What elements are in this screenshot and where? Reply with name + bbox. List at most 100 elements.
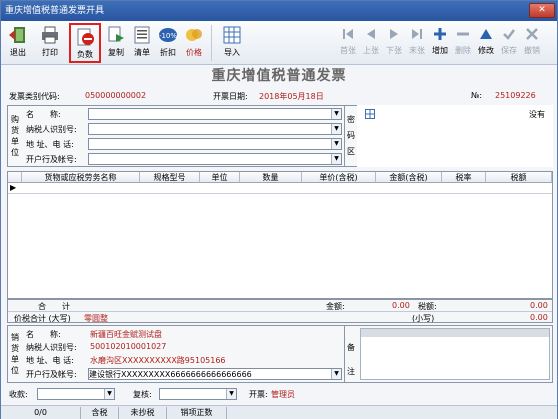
seller-tax-label: 纳税人识别号:	[26, 343, 77, 352]
seller-char: 货	[11, 344, 19, 353]
negative-button[interactable]: 负数	[69, 23, 101, 63]
signature-row: 收款: ▼ 复核: ▼ 开票: 管理员	[7, 387, 553, 401]
first-button[interactable]: 首张	[337, 23, 359, 63]
last-button[interactable]: 末张	[406, 23, 428, 63]
invoice-number: 25109226	[495, 91, 536, 100]
cancel-label: 撤销	[524, 46, 540, 55]
import-button[interactable]: 导入	[217, 23, 247, 63]
remark-char: 注	[347, 367, 355, 376]
exit-button[interactable]: 退出	[3, 23, 33, 63]
title-bar: 重庆增值税普通发票开具 ✕	[1, 1, 557, 21]
seller-section: 销 货 单 位 名 称: 新疆百旺金赋测试盘 纳税人识别号: 500102010…	[7, 325, 553, 383]
col-tax-rate[interactable]: 税率	[442, 172, 486, 183]
undo-icon	[526, 28, 538, 40]
remark-scroll-track[interactable]	[361, 329, 549, 337]
buyer-bank-input[interactable]: ▼	[88, 153, 342, 165]
col-unit[interactable]: 单位	[200, 172, 240, 183]
dropdown-arrow-icon[interactable]: ▼	[226, 389, 236, 399]
divider	[8, 311, 552, 312]
save-label: 保存	[501, 46, 517, 55]
seller-bank-select[interactable]: 建设银行XXXXXXXXX6666666666666666 ▼	[88, 368, 342, 380]
buyer-addr-input[interactable]: ▼	[88, 138, 342, 150]
divider	[344, 326, 345, 382]
first-label: 首张	[340, 46, 356, 55]
exit-icon	[9, 27, 25, 43]
last-label: 末张	[409, 46, 425, 55]
buyer-char: 单	[11, 137, 19, 146]
window-title: 重庆增值税普通发票开具	[5, 6, 105, 16]
row-pointer-icon: ▶	[10, 183, 17, 192]
issuer-value: 管理员	[271, 390, 295, 399]
print-button[interactable]: 打印	[35, 23, 65, 63]
modify-label: 修改	[478, 46, 494, 55]
next-page-icon	[390, 29, 398, 39]
issuer-label: 开票:	[249, 390, 268, 399]
check-icon	[503, 29, 515, 40]
dropdown-arrow-icon[interactable]: ▼	[331, 154, 341, 164]
cancel-button[interactable]: 撤销	[521, 23, 543, 63]
status-tax-included: 含税	[81, 407, 119, 419]
buyer-bank-label: 开户行及帐号:	[26, 155, 77, 164]
col-spec[interactable]: 规格型号	[140, 172, 200, 183]
cipher-area: 没有	[357, 105, 553, 167]
goods-table-header: 货物或应税劳务名称 规格型号 单位 数量 单价(含税) 金额(含税) 税率 税额	[8, 172, 552, 183]
row-indicator-header	[8, 172, 22, 183]
toolbar-divider	[211, 25, 212, 61]
buyer-name-input[interactable]: ▼	[88, 108, 342, 120]
secret-area-label: 密 码 区	[346, 112, 356, 160]
table-row[interactable]: ▶	[8, 183, 552, 194]
printer-icon	[42, 26, 58, 44]
payee-select[interactable]: ▼	[37, 388, 115, 400]
col-goods-name[interactable]: 货物或应税劳务名称	[22, 172, 140, 183]
seller-name-label: 名 称:	[26, 330, 61, 339]
delete-button[interactable]: 删除	[452, 23, 474, 63]
price-button[interactable]: 价格	[179, 23, 209, 63]
import-grid-icon	[223, 26, 241, 44]
invoice-date: 2018年05月18日	[259, 92, 324, 101]
grid-icon	[365, 109, 375, 119]
status-count: 0/0	[1, 407, 81, 419]
status-bar: 0/0 含税 未抄税 销项正数	[1, 405, 557, 419]
tax-value: 0.00	[530, 301, 548, 310]
dropdown-arrow-icon[interactable]: ▼	[331, 369, 341, 379]
seller-name-value: 新疆百旺金赋测试盘	[90, 330, 162, 339]
review-select[interactable]: ▼	[159, 388, 237, 400]
minus-icon	[457, 32, 469, 36]
modify-button[interactable]: 修改	[475, 23, 497, 63]
amount-value: 0.00	[392, 301, 410, 310]
totals-section: 合 计 金额: 0.00 税额: 0.00 价税合计 (大写) 零圆整 (小写)…	[7, 299, 553, 323]
copy-label: 复制	[108, 48, 124, 57]
invoice-title: 重庆增值税普通发票	[211, 68, 347, 84]
add-button[interactable]: 增加	[429, 23, 451, 63]
divider	[344, 106, 345, 166]
col-tax[interactable]: 税额	[486, 172, 552, 183]
seller-char: 位	[11, 366, 19, 375]
col-amount[interactable]: 金额(含税)	[376, 172, 442, 183]
capital-amount: 零圆整	[84, 314, 108, 323]
code-label: 发票类别代码:	[9, 92, 60, 101]
save-button[interactable]: 保存	[498, 23, 520, 63]
list-icon	[134, 26, 150, 44]
prev-label: 上张	[363, 46, 379, 55]
list-label: 清单	[134, 48, 150, 57]
remark-input[interactable]	[360, 328, 550, 380]
col-unit-price[interactable]: 单价(含税)	[302, 172, 376, 183]
capital-label: 价税合计 (大写)	[14, 314, 71, 323]
dropdown-arrow-icon[interactable]: ▼	[104, 389, 114, 399]
dropdown-arrow-icon[interactable]: ▼	[331, 139, 341, 149]
small-amount: 0.00	[530, 313, 548, 322]
status-invoice-type: 销项正数	[167, 407, 227, 419]
svg-text:-10%: -10%	[159, 32, 177, 40]
buyer-tax-input[interactable]: ▼	[88, 123, 342, 135]
next-button[interactable]: 下张	[383, 23, 405, 63]
dropdown-arrow-icon[interactable]: ▼	[331, 109, 341, 119]
close-button[interactable]: ✕	[529, 3, 555, 18]
dropdown-arrow-icon[interactable]: ▼	[331, 124, 341, 134]
prev-button[interactable]: 上张	[360, 23, 382, 63]
status-not-copied: 未抄税	[119, 407, 167, 419]
col-quantity[interactable]: 数量	[240, 172, 302, 183]
print-label: 打印	[42, 48, 58, 57]
seller-char: 单	[11, 355, 19, 364]
discount-icon: -10%	[159, 28, 177, 42]
negative-icon	[77, 28, 94, 46]
